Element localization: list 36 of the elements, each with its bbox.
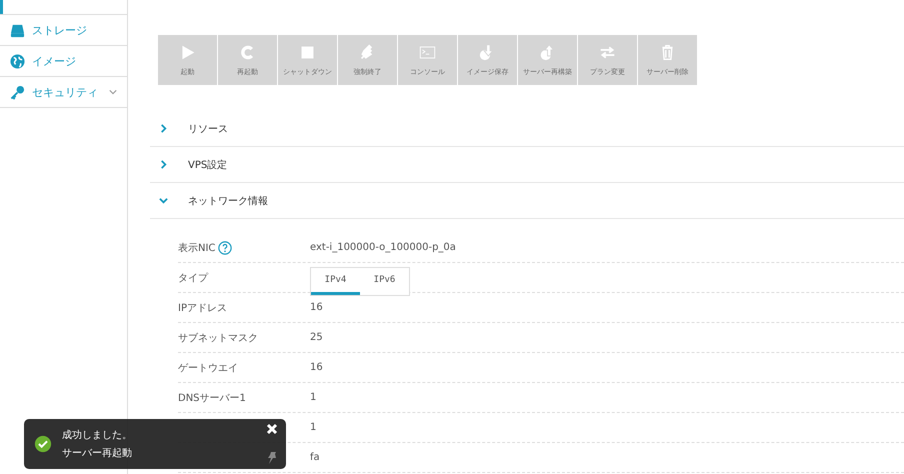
console-icon — [419, 44, 436, 60]
field-value: 16 — [310, 362, 323, 373]
active-indicator — [0, 0, 3, 14]
field-value: 1 — [310, 392, 316, 403]
globe-icon — [10, 54, 25, 68]
toast-message: 成功しました。 — [62, 428, 132, 442]
chevron-down-icon — [159, 196, 168, 205]
field-value: fa — [310, 452, 320, 463]
toast-message: サーバー再起動 — [62, 446, 132, 460]
section-header[interactable]: VPS設定 — [150, 147, 904, 183]
refresh-icon — [239, 44, 256, 60]
checkmark-icon — [34, 435, 52, 453]
section-header[interactable]: ネットワーク情報 — [150, 183, 904, 219]
sidebar-item[interactable]: ストレージ — [0, 15, 127, 46]
sidebar-item[interactable]: セキュリティ — [0, 77, 127, 108]
stop-icon — [299, 44, 316, 60]
field-label: DNSサーバー1 — [178, 392, 246, 404]
field-label: サブネットマスク — [178, 332, 258, 344]
section-header[interactable]: リソース — [150, 111, 904, 147]
field-value: ext-i_100000-o_100000-p_0a — [310, 242, 456, 253]
field-value: 25 — [310, 332, 323, 343]
pin-icon[interactable] — [266, 451, 278, 465]
drive-icon — [10, 22, 25, 38]
field-label: ゲートウエイ — [178, 362, 238, 374]
field-label: タイプ — [178, 272, 208, 284]
close-icon[interactable] — [266, 423, 278, 435]
field-label: IPアドレス — [178, 302, 227, 314]
key-icon — [10, 84, 25, 100]
field-value: 16 — [310, 302, 323, 313]
chevron-right-icon — [159, 124, 168, 133]
help-icon[interactable] — [218, 240, 232, 254]
field-value: 1 — [310, 422, 316, 433]
field-label: 表示NIC — [178, 242, 216, 254]
chevron-right-icon — [159, 160, 168, 169]
sidebar-item[interactable]: イメージ — [0, 46, 127, 77]
swap-icon — [599, 44, 616, 60]
